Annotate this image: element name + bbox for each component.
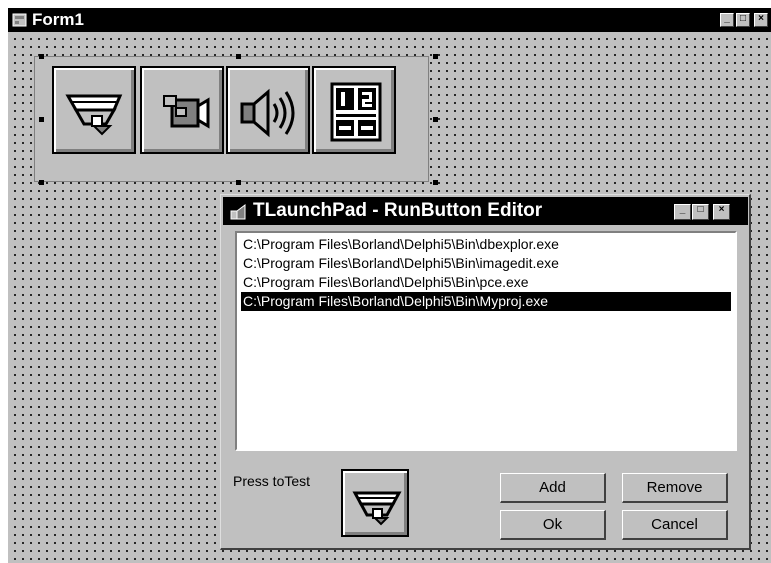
selection-handle[interactable] xyxy=(39,117,44,122)
test-run-button[interactable] xyxy=(341,469,409,537)
editor-app-icon xyxy=(230,204,246,220)
run-button-dbexplor[interactable] xyxy=(52,66,136,154)
selection-handle[interactable] xyxy=(39,180,44,185)
run-button-calculator[interactable] xyxy=(312,66,396,154)
selection-handle[interactable] xyxy=(433,54,438,59)
database-explorer-icon xyxy=(352,491,402,526)
editor-titlebar[interactable]: TLaunchPad - RunButton Editor _ □ × xyxy=(223,197,748,225)
form1-title: Form1 xyxy=(32,10,84,29)
cancel-button[interactable]: Cancel xyxy=(622,510,728,540)
selection-handle[interactable] xyxy=(236,180,241,185)
list-item-selected[interactable]: C:\Program Files\Borland\Delphi5\Bin\Myp… xyxy=(241,292,731,311)
list-item[interactable]: C:\Program Files\Borland\Delphi5\Bin\ima… xyxy=(241,254,731,273)
selection-handle[interactable] xyxy=(433,180,438,185)
run-button-sound[interactable] xyxy=(226,66,310,154)
editor-close-button[interactable]: × xyxy=(713,204,730,220)
add-button[interactable]: Add xyxy=(500,473,606,503)
press-to-test-label: Press toTest xyxy=(233,473,311,489)
editor-minimize-button[interactable]: _ xyxy=(674,204,691,220)
selection-handle[interactable] xyxy=(236,54,241,59)
selection-handle[interactable] xyxy=(433,117,438,122)
list-item[interactable]: C:\Program Files\Borland\Delphi5\Bin\pce… xyxy=(241,273,731,292)
editor-maximize-button[interactable]: □ xyxy=(692,204,709,220)
form1-titlebar[interactable]: Form1 _ □ × xyxy=(8,8,771,32)
ok-button[interactable]: Ok xyxy=(500,510,606,540)
video-camera-icon xyxy=(163,95,210,129)
runbutton-editor-dialog: TLaunchPad - RunButton Editor _ □ × C:\P… xyxy=(220,194,751,550)
editor-title: TLaunchPad - RunButton Editor xyxy=(253,200,543,221)
maximize-button[interactable]: □ xyxy=(736,13,750,27)
minimize-button[interactable]: _ xyxy=(720,13,734,27)
database-explorer-icon xyxy=(65,94,123,136)
calculator-icon xyxy=(330,82,382,142)
close-button[interactable]: × xyxy=(754,13,768,27)
run-button-imagedit[interactable] xyxy=(140,66,224,154)
selection-handle[interactable] xyxy=(39,54,44,59)
form-icon xyxy=(12,13,27,27)
program-listbox[interactable]: C:\Program Files\Borland\Delphi5\Bin\dbe… xyxy=(235,231,737,451)
remove-button[interactable]: Remove xyxy=(622,473,728,503)
list-item[interactable]: C:\Program Files\Borland\Delphi5\Bin\dbe… xyxy=(241,235,731,254)
speaker-icon xyxy=(240,88,295,138)
